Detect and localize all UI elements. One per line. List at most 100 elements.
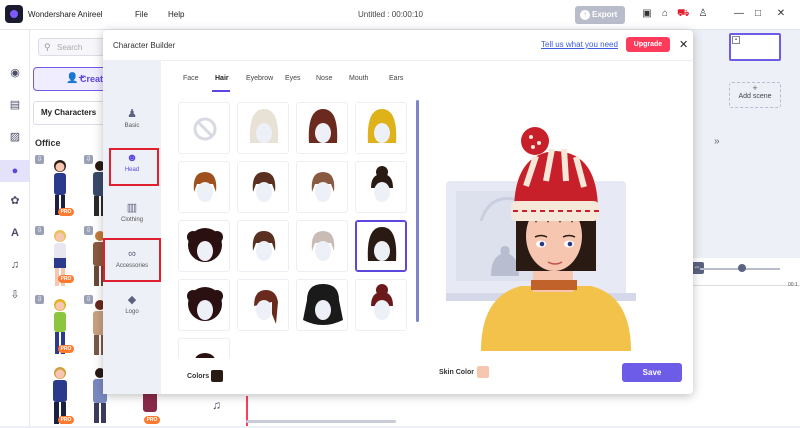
hair-option[interactable] xyxy=(355,161,407,213)
hair-options-grid xyxy=(178,102,416,358)
download-icon[interactable]: ⇩ xyxy=(35,226,44,235)
hair-style-icon xyxy=(367,109,397,143)
subtab-eyebrow[interactable]: Eyebrow xyxy=(246,75,273,82)
save-icon[interactable]: ▣ xyxy=(641,8,653,20)
hair-option[interactable] xyxy=(237,161,289,213)
close-icon[interactable]: ✕ xyxy=(775,8,787,20)
hair-option[interactable] xyxy=(178,220,230,272)
maximize-icon[interactable]: □ xyxy=(752,8,764,20)
highlight-box-accessories xyxy=(103,238,161,282)
subtab-ears[interactable]: Ears xyxy=(389,75,403,82)
hair-option[interactable] xyxy=(237,279,289,331)
app-logo xyxy=(5,5,23,23)
app-name: Wondershare Anireel xyxy=(28,10,103,19)
hair-style-icon xyxy=(252,172,276,202)
feedback-link[interactable]: Tell us what you need xyxy=(541,40,618,49)
expand-right-icon[interactable]: » xyxy=(714,136,720,147)
download-icon[interactable]: ⇩ xyxy=(35,295,44,304)
save-button[interactable]: Save xyxy=(622,363,682,382)
upgrade-button[interactable]: Upgrade xyxy=(626,37,670,52)
subtab-mouth[interactable]: Mouth xyxy=(349,75,368,82)
hair-option[interactable] xyxy=(178,279,230,331)
skin-color-swatch[interactable] xyxy=(477,366,489,378)
hair-style-icon xyxy=(311,231,335,261)
props-icon[interactable]: ✿ xyxy=(8,194,22,208)
hair-option[interactable] xyxy=(296,102,348,154)
zoom-slider-handle[interactable] xyxy=(738,264,746,272)
hair-option[interactable] xyxy=(355,102,407,154)
category-basic[interactable]: ♟ Basic xyxy=(103,101,161,147)
hair-option[interactable] xyxy=(178,102,230,154)
no-hair-icon xyxy=(193,117,217,141)
hair-option[interactable] xyxy=(237,102,289,154)
export-button[interactable]: ↑ Export xyxy=(575,6,625,24)
timeline-scrollbar[interactable] xyxy=(246,420,396,423)
transition-icon[interactable]: ▨ xyxy=(8,130,22,144)
text-icon[interactable]: A xyxy=(8,226,22,240)
subtab-eyes[interactable]: Eyes xyxy=(285,75,301,82)
person-icon: ♟ xyxy=(127,108,137,120)
hair-style-icon xyxy=(252,231,276,261)
hair-option[interactable] xyxy=(178,161,230,213)
import-icon[interactable]: ⇩ xyxy=(8,288,22,302)
hair-style-icon xyxy=(308,109,338,143)
left-rail: ◉ ▤ ▨ ● ✿ A ♫ ⇩ xyxy=(0,30,30,426)
subtab-face[interactable]: Face xyxy=(183,75,199,82)
download-icon[interactable]: ⇩ xyxy=(35,155,44,164)
add-scene-button[interactable]: + Add scene xyxy=(729,82,781,108)
timeline-ruler xyxy=(690,278,800,286)
category-clothing[interactable]: ▥ Clothing xyxy=(103,195,161,241)
category-label: Logo xyxy=(125,309,139,315)
pro-badge: PRO xyxy=(58,345,74,353)
colors-label: Colors xyxy=(187,373,210,380)
hair-option[interactable] xyxy=(178,338,230,358)
music-icon[interactable]: ♫ xyxy=(8,258,22,272)
subtab-hair[interactable]: Hair xyxy=(215,75,229,82)
skin-color-label: Skin Color xyxy=(439,369,475,376)
close-icon[interactable]: ✕ xyxy=(679,38,688,51)
pro-badge: PRO xyxy=(144,416,160,424)
music-track-icon: ♫ xyxy=(212,398,221,412)
add-scene-label: Add scene xyxy=(738,93,772,100)
hair-style-icon xyxy=(193,172,217,202)
palette-icon[interactable]: ◉ xyxy=(8,66,22,80)
hair-style-icon xyxy=(311,172,335,202)
hair-option[interactable] xyxy=(296,220,348,272)
timeline-time-label: 00:1 xyxy=(788,282,798,288)
category-sidebar: ♟ Basic ☻ Head ▥ Clothing ∞ Accessories … xyxy=(103,61,161,394)
hair-style-icon xyxy=(367,227,397,261)
logo-icon: ◆ xyxy=(127,294,137,306)
export-label: Export xyxy=(592,10,618,19)
hair-option[interactable] xyxy=(296,279,348,331)
minimize-icon[interactable]: — xyxy=(733,8,745,20)
menu-file[interactable]: File xyxy=(135,10,148,19)
character-icon[interactable]: ● xyxy=(8,164,22,178)
category-label: Basic xyxy=(124,123,140,129)
user-icon[interactable]: ♙ xyxy=(697,8,709,20)
dialog-title: Character Builder xyxy=(113,41,176,50)
media-icon[interactable]: ▤ xyxy=(8,98,22,112)
hair-option[interactable] xyxy=(355,220,407,272)
subtab-nose[interactable]: Nose xyxy=(316,75,332,82)
hair-option[interactable] xyxy=(237,220,289,272)
search-placeholder: Search xyxy=(57,43,83,52)
pro-badge: PRO xyxy=(58,416,74,424)
home-icon[interactable]: ⌂ xyxy=(659,8,671,20)
hair-color-swatch[interactable] xyxy=(211,370,223,382)
section-title: Office xyxy=(35,138,61,148)
pro-badge: PRO xyxy=(58,275,74,283)
grid-scrollbar[interactable] xyxy=(416,100,419,322)
hair-style-icon xyxy=(195,353,215,358)
add-user-icon: 👤+ xyxy=(66,73,85,84)
title-bar: Wondershare Anireel File Help Untitled :… xyxy=(0,0,800,30)
hair-style-icon xyxy=(187,228,223,262)
category-logo[interactable]: ◆ Logo xyxy=(103,287,161,333)
scene-thumbnail[interactable]: ▪ xyxy=(729,33,781,61)
plus-icon: + xyxy=(752,83,758,93)
hair-option[interactable] xyxy=(296,161,348,213)
highlight-box-head xyxy=(109,148,159,186)
menu-help[interactable]: Help xyxy=(168,10,184,19)
hair-option[interactable] xyxy=(355,279,407,331)
cart-icon[interactable]: ⛟ xyxy=(677,8,690,20)
hair-style-icon xyxy=(303,284,343,325)
